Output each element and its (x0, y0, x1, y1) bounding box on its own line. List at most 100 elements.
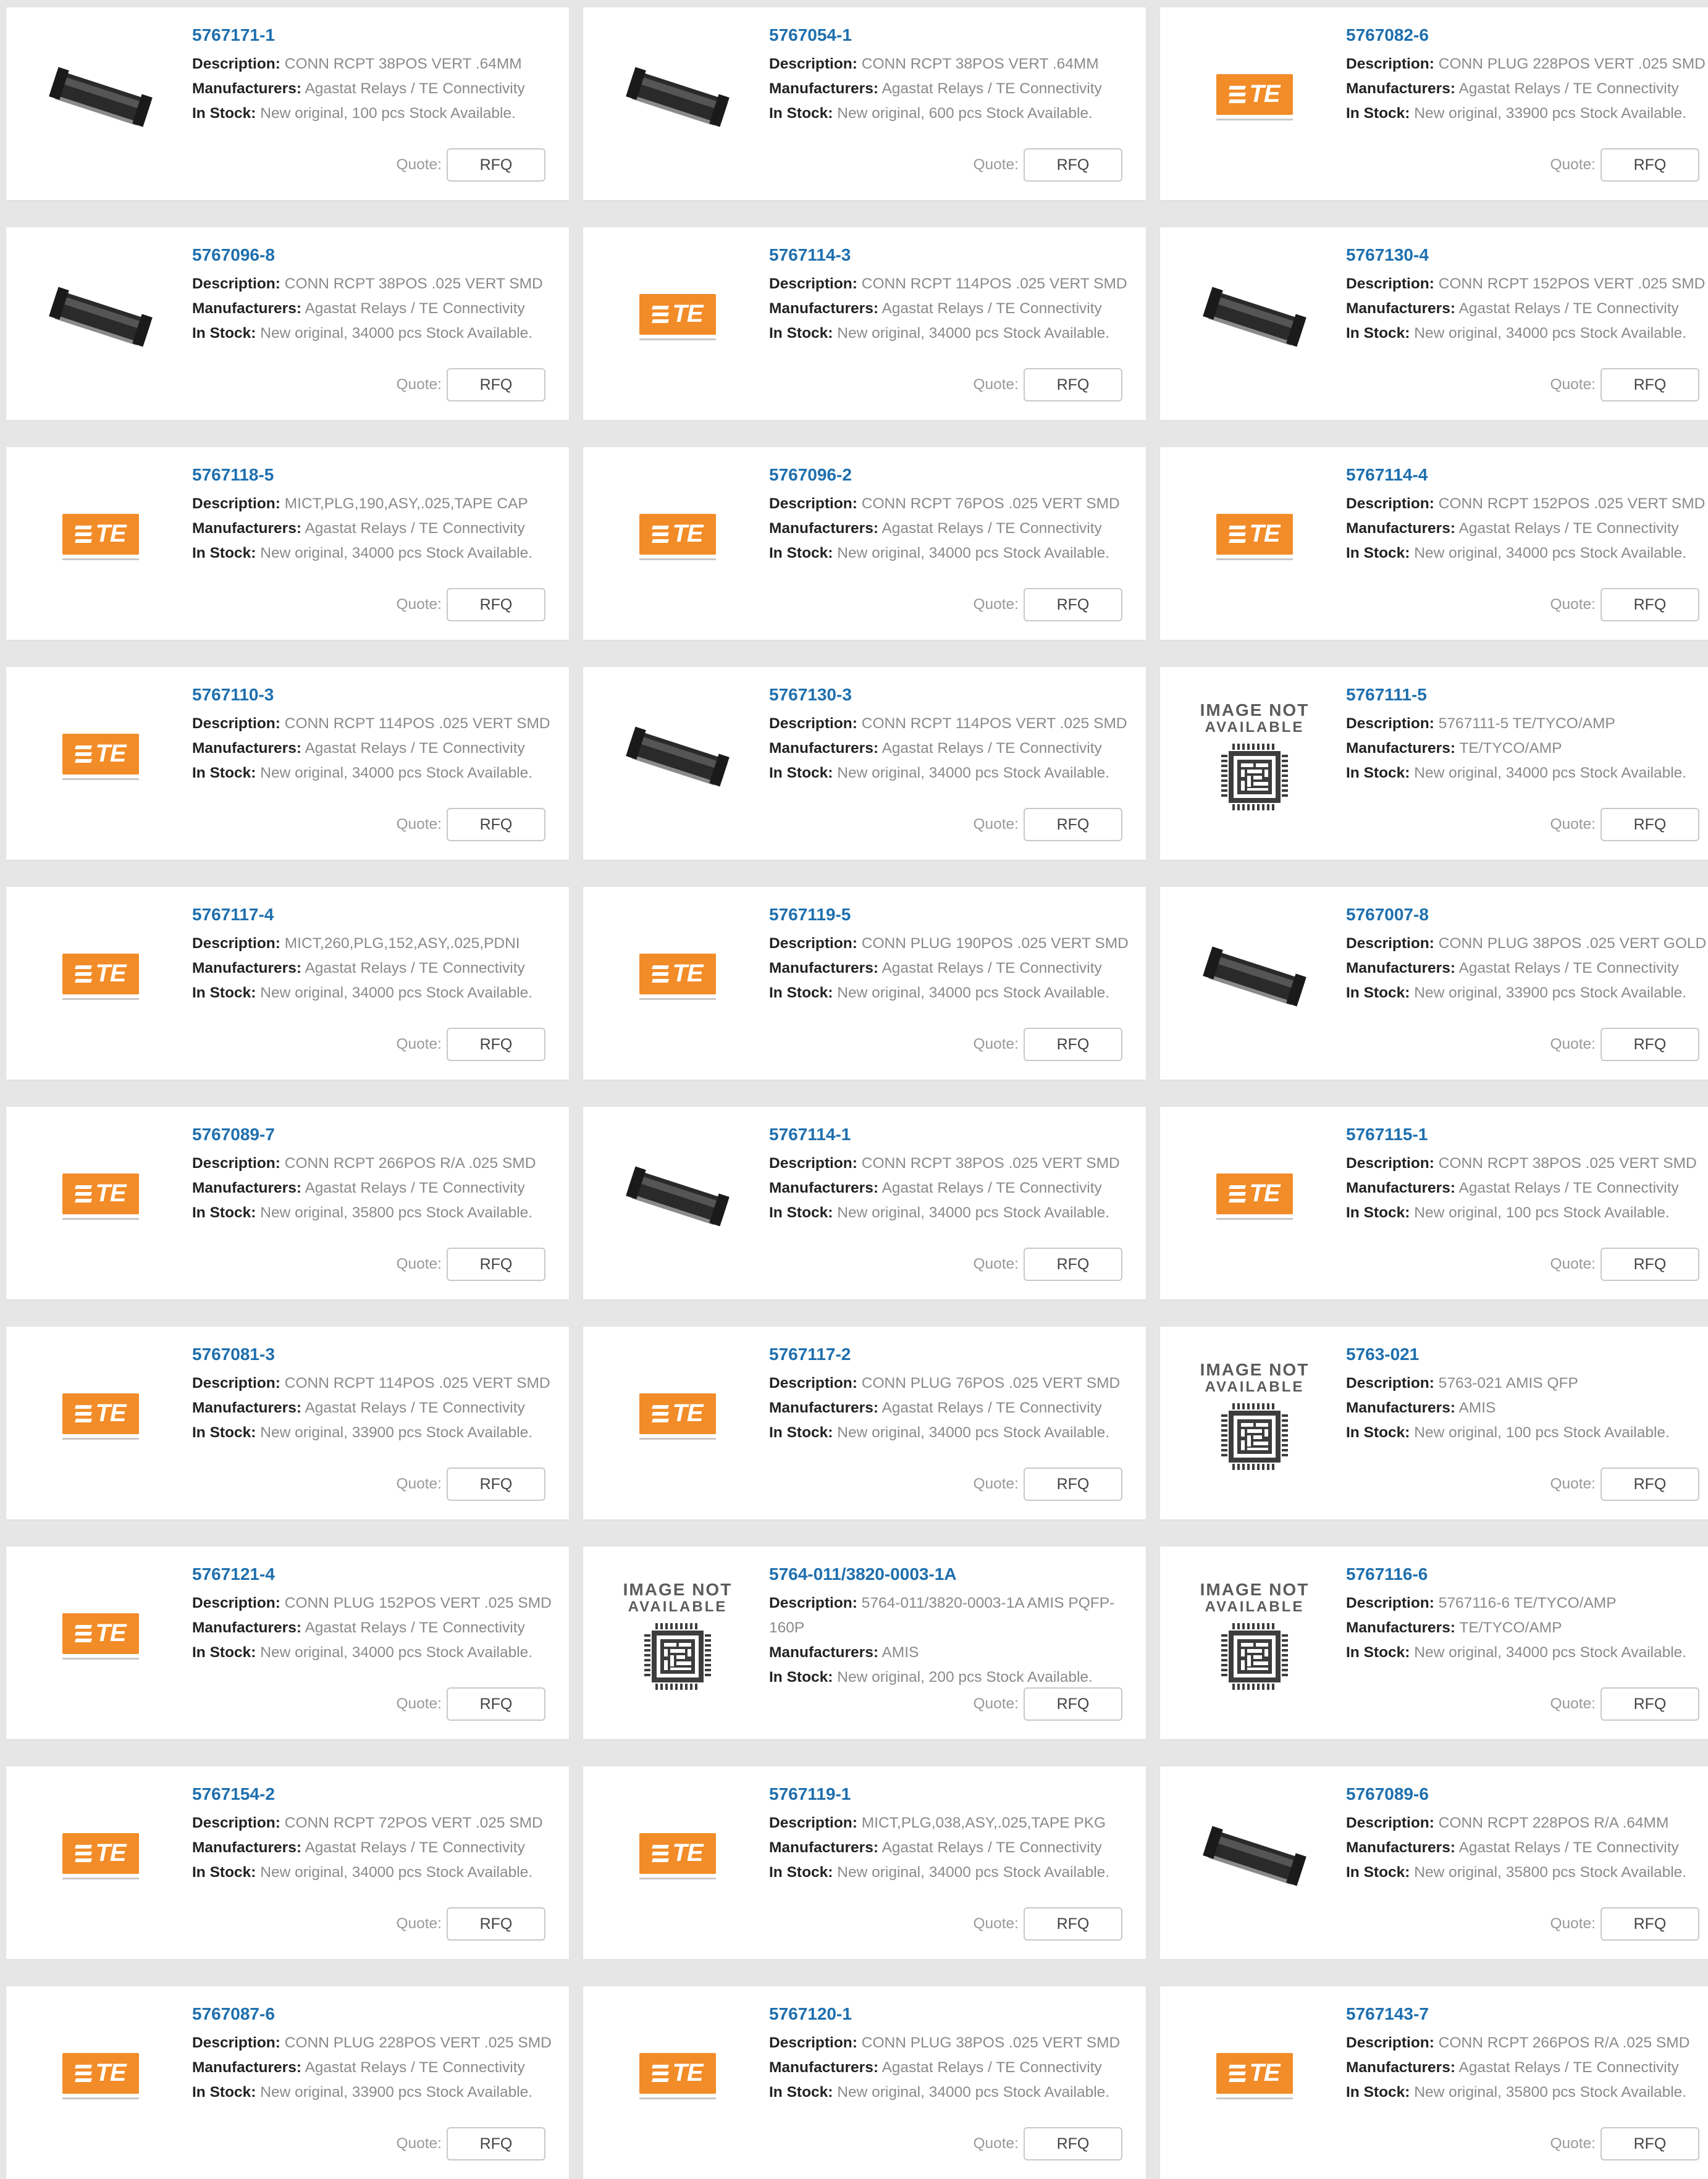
part-number-link[interactable]: 5763-021 (1346, 1344, 1708, 1365)
rfq-button[interactable]: RFQ (1024, 1687, 1122, 1721)
rfq-button[interactable]: RFQ (1601, 588, 1699, 621)
rfq-button[interactable]: RFQ (447, 1907, 545, 1941)
product-thumbnail[interactable] (1184, 246, 1326, 388)
part-number-link[interactable]: 5767089-6 (1346, 1784, 1708, 1805)
product-thumbnail[interactable]: TE (1184, 1125, 1326, 1267)
rfq-button[interactable]: RFQ (1024, 808, 1122, 841)
rfq-button[interactable]: RFQ (1601, 1248, 1699, 1281)
part-number-link[interactable]: 5767117-2 (769, 1344, 1146, 1365)
product-thumbnail[interactable]: IMAGE NOT AVAILABLE (1184, 686, 1326, 828)
part-number-link[interactable]: 5767119-5 (769, 904, 1146, 925)
product-thumbnail[interactable] (30, 246, 172, 388)
part-number-link[interactable]: 5767130-4 (1346, 245, 1708, 266)
rfq-button[interactable]: RFQ (447, 1248, 545, 1281)
part-number-link[interactable]: 5767130-3 (769, 684, 1146, 705)
part-number-link[interactable]: 5767154-2 (192, 1784, 569, 1805)
part-number-link[interactable]: 5767117-4 (192, 904, 569, 925)
product-thumbnail[interactable] (1184, 1785, 1326, 1927)
manufacturer-value: Agastat Relays / TE Connectivity (881, 80, 1102, 97)
product-thumbnail[interactable] (607, 686, 749, 828)
rfq-button[interactable]: RFQ (447, 148, 545, 182)
manufacturers-label: Manufacturers: (192, 1839, 301, 1856)
rfq-button[interactable]: RFQ (1024, 1907, 1122, 1941)
product-thumbnail[interactable] (607, 1125, 749, 1267)
rfq-button[interactable]: RFQ (1601, 1687, 1699, 1721)
rfq-button[interactable]: RFQ (1601, 2127, 1699, 2160)
part-number-link[interactable]: 5764-011/3820-0003-1A (769, 1564, 1146, 1585)
part-number-link[interactable]: 5767114-4 (1346, 464, 1708, 485)
part-number-link[interactable]: 5767082-6 (1346, 25, 1708, 46)
product-thumbnail[interactable]: IMAGE NOT AVAILABLE (607, 1565, 749, 1707)
rfq-button[interactable]: RFQ (1601, 808, 1699, 841)
rfq-button[interactable]: RFQ (1601, 148, 1699, 182)
part-number-link[interactable]: 5767111-5 (1346, 684, 1708, 705)
product-thumbnail[interactable]: TE (1184, 26, 1326, 168)
part-number-link[interactable]: 5767096-2 (769, 464, 1146, 485)
rfq-button[interactable]: RFQ (1024, 588, 1122, 621)
part-number-link[interactable]: 5767096-8 (192, 245, 569, 266)
part-number-link[interactable]: 5767143-7 (1346, 2004, 1708, 2025)
rfq-button[interactable]: RFQ (1024, 368, 1122, 401)
product-thumbnail[interactable]: TE (30, 1125, 172, 1267)
rfq-button[interactable]: RFQ (447, 1467, 545, 1501)
part-number-link[interactable]: 5767110-3 (192, 684, 569, 705)
product-thumbnail[interactable]: TE (1184, 466, 1326, 608)
part-number-link[interactable]: 5767054-1 (769, 25, 1146, 46)
rfq-button[interactable]: RFQ (1024, 2127, 1122, 2160)
rfq-button[interactable]: RFQ (447, 808, 545, 841)
product-thumbnail[interactable]: TE (30, 905, 172, 1048)
part-number-link[interactable]: 5767115-1 (1346, 1124, 1708, 1145)
part-number-link[interactable]: 5767171-1 (192, 25, 569, 46)
rfq-button[interactable]: RFQ (447, 588, 545, 621)
product-thumbnail[interactable]: TE (607, 1345, 749, 1487)
part-number-link[interactable]: 5767114-1 (769, 1124, 1146, 1145)
part-number-link[interactable]: 5767089-7 (192, 1124, 569, 1145)
part-number-link[interactable]: 5767119-1 (769, 1784, 1146, 1805)
product-thumbnail[interactable]: TE (607, 466, 749, 608)
rfq-button[interactable]: RFQ (1601, 1907, 1699, 1941)
rfq-button[interactable]: RFQ (1601, 1028, 1699, 1061)
product-thumbnail[interactable]: TE (30, 686, 172, 828)
product-thumbnail[interactable]: TE (30, 1785, 172, 1927)
product-thumbnail[interactable]: IMAGE NOT AVAILABLE (1184, 1565, 1326, 1707)
manufacturer-row: Manufacturers: Agastat Relays / TE Conne… (1346, 296, 1708, 321)
rfq-button[interactable]: RFQ (1024, 1028, 1122, 1061)
product-thumbnail[interactable]: TE (607, 2005, 749, 2147)
part-number-link[interactable]: 5767007-8 (1346, 904, 1708, 925)
description-label: Description: (192, 275, 280, 292)
rfq-button[interactable]: RFQ (447, 1687, 545, 1721)
quote-area: Quote: RFQ (973, 1028, 1122, 1061)
product-thumbnail[interactable]: TE (607, 905, 749, 1048)
part-number-link[interactable]: 5767116-6 (1346, 1564, 1708, 1585)
product-thumbnail[interactable]: TE (1184, 2005, 1326, 2147)
product-thumbnail[interactable]: TE (30, 466, 172, 608)
rfq-button[interactable]: RFQ (1024, 1467, 1122, 1501)
manufacturers-label: Manufacturers: (769, 2059, 878, 2076)
quote-label: Quote: (396, 1476, 442, 1492)
product-thumbnail[interactable]: TE (30, 1345, 172, 1487)
product-thumbnail[interactable]: TE (30, 2005, 172, 2147)
product-thumbnail[interactable] (30, 26, 172, 168)
product-thumbnail[interactable]: TE (607, 246, 749, 388)
part-number-link[interactable]: 5767118-5 (192, 464, 569, 485)
rfq-button[interactable]: RFQ (447, 368, 545, 401)
rfq-button[interactable]: RFQ (1601, 368, 1699, 401)
part-number-link[interactable]: 5767087-6 (192, 2004, 569, 2025)
part-number-link[interactable]: 5767120-1 (769, 2004, 1146, 2025)
product-thumbnail[interactable]: TE (30, 1565, 172, 1707)
rfq-button[interactable]: RFQ (1601, 1467, 1699, 1501)
part-number-link[interactable]: 5767081-3 (192, 1344, 569, 1365)
rfq-button[interactable]: RFQ (1024, 1248, 1122, 1281)
manufacturer-row: Manufacturers: Agastat Relays / TE Conne… (769, 1836, 1146, 1860)
product-thumbnail[interactable] (607, 26, 749, 168)
product-thumbnail[interactable] (1184, 905, 1326, 1048)
part-number-link[interactable]: 5767114-3 (769, 245, 1146, 266)
product-thumbnail[interactable]: IMAGE NOT AVAILABLE (1184, 1345, 1326, 1487)
rfq-button[interactable]: RFQ (447, 2127, 545, 2160)
product-thumbnail[interactable]: TE (607, 1785, 749, 1927)
rfq-button[interactable]: RFQ (447, 1028, 545, 1061)
manufacturer-value: Agastat Relays / TE Connectivity (305, 1400, 525, 1416)
rfq-button[interactable]: RFQ (1024, 148, 1122, 182)
part-number-link[interactable]: 5767121-4 (192, 1564, 569, 1585)
stock-value: New original, 200 pcs Stock Available. (837, 1669, 1093, 1686)
